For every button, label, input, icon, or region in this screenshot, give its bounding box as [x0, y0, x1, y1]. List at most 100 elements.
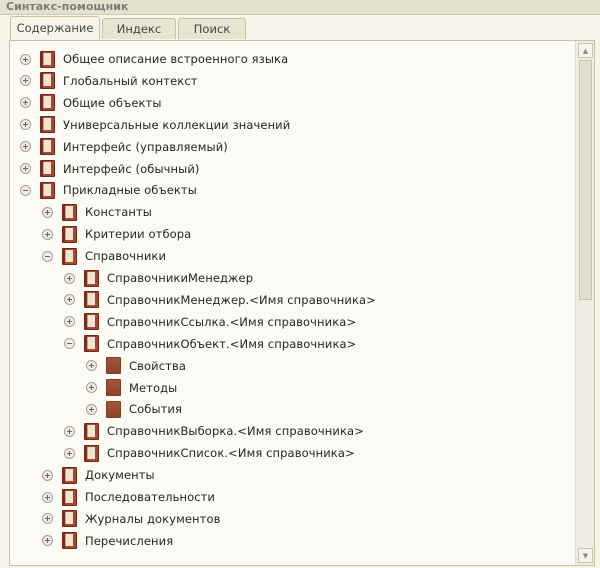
expand-icon[interactable]	[42, 469, 53, 481]
tree-item-label: Журналы документов	[85, 511, 221, 526]
tab-index[interactable]: Индекс	[102, 18, 176, 39]
expand-icon[interactable]	[20, 53, 31, 65]
tree-item-label: СправочникМенеджер.<Имя справочника>	[107, 292, 376, 307]
scroll-up-button[interactable]: ▲	[578, 43, 593, 58]
contents-panel: Общее описание встроенного языка Глобальн…	[9, 40, 595, 566]
expand-icon[interactable]	[42, 535, 53, 547]
book-icon	[40, 72, 55, 90]
tree-item-label: События	[129, 402, 183, 417]
book-icon	[40, 94, 55, 112]
page-icon	[106, 379, 121, 396]
tree-item[interactable]: Методы	[86, 378, 177, 398]
tree-item-label: Свойства	[129, 358, 186, 373]
tree-item[interactable]: Интерфейс (обычный)	[20, 159, 200, 179]
book-icon	[62, 510, 77, 528]
page-icon	[106, 400, 121, 418]
tree-item-label: Перечисления	[85, 533, 174, 548]
tree-item[interactable]: Документы	[42, 465, 155, 485]
expand-icon[interactable]	[64, 272, 75, 284]
tree-item-label: Методы	[129, 380, 178, 395]
tree-item[interactable]: Журналы документов	[42, 509, 220, 529]
tree-item[interactable]: Последовательности	[42, 487, 215, 507]
expand-icon[interactable]	[64, 425, 75, 437]
tree-item[interactable]: Критерии отбора	[42, 224, 191, 244]
tree-item[interactable]: СправочникМенеджер.<Имя справочника>	[64, 290, 376, 310]
tree-item[interactable]: СправочникСсылка.<Имя справочника>	[64, 312, 356, 332]
expand-icon[interactable]	[64, 316, 75, 328]
book-icon	[40, 50, 55, 68]
book-icon	[84, 291, 99, 309]
book-icon	[62, 466, 77, 484]
tree-item-label: Документы	[85, 468, 155, 483]
expand-icon[interactable]	[42, 491, 53, 503]
collapse-icon[interactable]	[64, 338, 75, 350]
book-icon	[40, 160, 55, 177]
tree-item-label: Интерфейс (управляемый)	[63, 139, 228, 154]
tree-item[interactable]: Свойства	[86, 356, 186, 376]
tree-item-label: СправочникиМенеджер	[107, 271, 254, 285]
book-icon	[84, 313, 99, 331]
tab-contents[interactable]: Содержание	[10, 16, 100, 40]
expand-icon[interactable]	[20, 141, 31, 153]
book-icon	[62, 488, 77, 506]
tree-item-label: Интерфейс (обычный)	[63, 161, 200, 176]
tab-search[interactable]: Поиск	[178, 18, 246, 39]
book-icon	[40, 138, 55, 156]
expand-icon[interactable]	[86, 382, 97, 393]
book-icon	[40, 116, 55, 134]
tree-item[interactable]: Константы	[42, 202, 152, 222]
book-icon	[84, 335, 99, 353]
expand-icon[interactable]	[20, 119, 31, 131]
tree-item-label: СправочникВыборка.<Имя справочника>	[107, 424, 364, 439]
expand-icon[interactable]	[42, 228, 53, 240]
tree-item-label: Последовательности	[85, 490, 215, 504]
tree-item-label: Константы	[85, 205, 152, 220]
collapse-icon[interactable]	[20, 184, 31, 196]
tree-item[interactable]: СправочникиМенеджер	[64, 268, 253, 288]
expand-icon[interactable]	[20, 75, 31, 87]
tree-item[interactable]: Общее описание встроенного языка	[20, 49, 288, 69]
tree-item-label: СправочникСписок.<Имя справочника>	[107, 446, 355, 461]
tree-item[interactable]: Глобальный контекст	[20, 71, 198, 91]
tree-item[interactable]: Перечисления	[42, 531, 173, 551]
tree-item[interactable]: СправочникОбъект.<Имя справочника>	[64, 334, 356, 354]
tree-item-label: Глобальный контекст	[63, 73, 198, 88]
book-icon	[62, 532, 77, 550]
tree-item[interactable]: СправочникВыборка.<Имя справочника>	[64, 421, 364, 441]
expand-icon[interactable]	[86, 403, 97, 415]
tree-item-label: Справочники	[85, 249, 167, 264]
expand-icon[interactable]	[64, 447, 75, 459]
scroll-down-button[interactable]: ▼	[578, 548, 593, 563]
tree-item[interactable]: Общие объекты	[20, 93, 162, 113]
tree-item[interactable]: Прикладные объекты	[20, 180, 197, 200]
tree-item-label: СправочникОбъект.<Имя справочника>	[107, 336, 357, 351]
tree-item-label: Универсальные коллекции значений	[63, 117, 291, 132]
page-icon	[106, 357, 121, 375]
expand-icon[interactable]	[64, 294, 75, 306]
tree-item-label: Общее описание встроенного языка	[63, 52, 289, 66]
expand-icon[interactable]	[86, 360, 97, 372]
tree-item[interactable]: Универсальные коллекции значений	[20, 115, 290, 135]
book-icon	[84, 444, 99, 462]
expand-icon[interactable]	[42, 206, 53, 218]
collapse-icon[interactable]	[42, 250, 53, 262]
expand-icon[interactable]	[20, 163, 31, 174]
tree-item[interactable]: СправочникСписок.<Имя справочника>	[64, 443, 355, 463]
tree-item-label: СправочникСсылка.<Имя справочника>	[107, 314, 357, 329]
expand-icon[interactable]	[42, 513, 53, 525]
book-icon	[40, 181, 55, 199]
expand-icon[interactable]	[20, 97, 31, 109]
tree-item-label: Общие объекты	[63, 95, 162, 110]
vertical-scrollbar[interactable]: ▲ ▼	[575, 41, 594, 565]
tree-item[interactable]: События	[86, 399, 182, 419]
book-icon	[62, 247, 77, 265]
scroll-thumb[interactable]	[579, 60, 592, 300]
title-bar: Синтакс-помощник	[0, 0, 600, 15]
book-icon	[84, 269, 99, 287]
tree-item[interactable]: Интерфейс (управляемый)	[20, 137, 228, 157]
contents-tree: Общее описание встроенного языка Глобальн…	[10, 41, 575, 565]
tree-item-label: Прикладные объекты	[63, 183, 197, 198]
book-icon	[62, 203, 77, 221]
tree-item-label: Критерии отбора	[85, 227, 192, 242]
tree-item[interactable]: Справочники	[42, 246, 166, 266]
